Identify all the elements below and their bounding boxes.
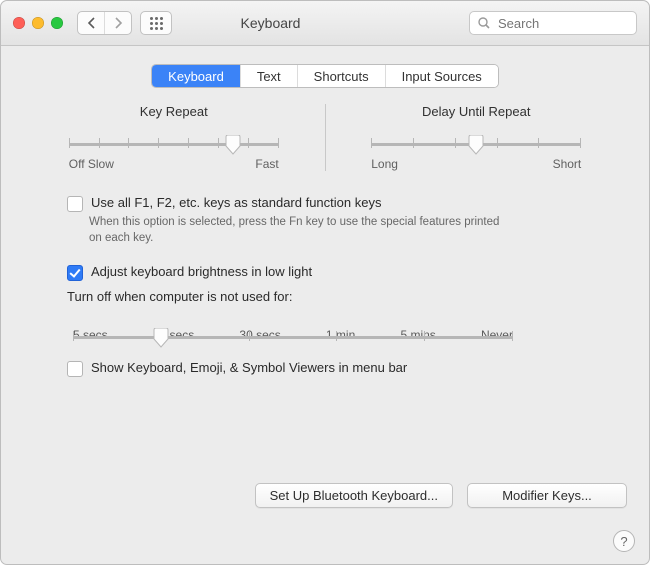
delay-repeat-right-label: Short [553,157,582,171]
key-repeat-box: Key Repeat Off Slow Fast [23,104,325,171]
idle-off-slider[interactable]: 5 secs 10 secs 30 secs 1 min 5 mins Neve… [73,328,513,342]
delay-repeat-left-label: Long [371,157,398,171]
use-function-keys-help: When this option is selected, press the … [89,215,509,246]
show-viewers-checkbox[interactable] [67,361,83,377]
preferences-window: Keyboard Keyboard Text Shortcuts Input S… [0,0,650,565]
traffic-lights [13,17,63,29]
modifier-keys-button[interactable]: Modifier Keys... [467,483,627,508]
search-field[interactable] [469,11,637,35]
adjust-brightness-row: Adjust keyboard brightness in low light [67,264,617,281]
bottom-buttons: Set Up Bluetooth Keyboard... Modifier Ke… [255,483,627,508]
content-pane: Keyboard Text Shortcuts Input Sources Ke… [1,46,649,564]
delay-repeat-slider[interactable]: Long Short [371,135,581,171]
show-viewers-label: Show Keyboard, Emoji, & Symbol Viewers i… [91,360,407,375]
sliders-row: Key Repeat Off Slow Fast Delay Until Rep… [23,104,627,171]
use-function-keys-label: Use all F1, F2, etc. keys as standard fu… [91,195,381,210]
minimize-window-button[interactable] [32,17,44,29]
tab-keyboard[interactable]: Keyboard [152,65,240,87]
delay-repeat-title: Delay Until Repeat [422,104,530,119]
adjust-brightness-checkbox[interactable] [67,265,83,281]
key-repeat-left-label: Off Slow [69,157,114,171]
show-viewers-row: Show Keyboard, Emoji, & Symbol Viewers i… [67,360,617,377]
tab-text[interactable]: Text [240,65,297,87]
tab-shortcuts[interactable]: Shortcuts [297,65,385,87]
search-input[interactable] [496,15,595,32]
key-repeat-slider[interactable]: Off Slow Fast [69,135,279,171]
use-function-keys-row: Use all F1, F2, etc. keys as standard fu… [67,195,617,212]
search-icon [478,17,490,29]
key-repeat-right-label: Fast [255,157,278,171]
help-button[interactable]: ? [613,530,635,552]
key-repeat-title: Key Repeat [140,104,208,119]
adjust-brightness-label: Adjust keyboard brightness in low light [91,264,312,279]
delay-repeat-box: Delay Until Repeat Long Short [325,104,628,171]
tab-bar: Keyboard Text Shortcuts Input Sources [23,64,627,88]
options: Use all F1, F2, etc. keys as standard fu… [67,195,617,377]
titlebar: Keyboard [1,1,649,46]
zoom-window-button[interactable] [51,17,63,29]
close-window-button[interactable] [13,17,25,29]
tab-input-sources[interactable]: Input Sources [385,65,498,87]
window-title: Keyboard [80,15,461,31]
use-function-keys-checkbox[interactable] [67,196,83,212]
idle-off-block: Turn off when computer is not used for: … [67,289,617,342]
idle-off-label: Turn off when computer is not used for: [67,289,617,304]
setup-bluetooth-keyboard-button[interactable]: Set Up Bluetooth Keyboard... [255,483,453,508]
idle-off-thumb[interactable] [153,328,169,348]
